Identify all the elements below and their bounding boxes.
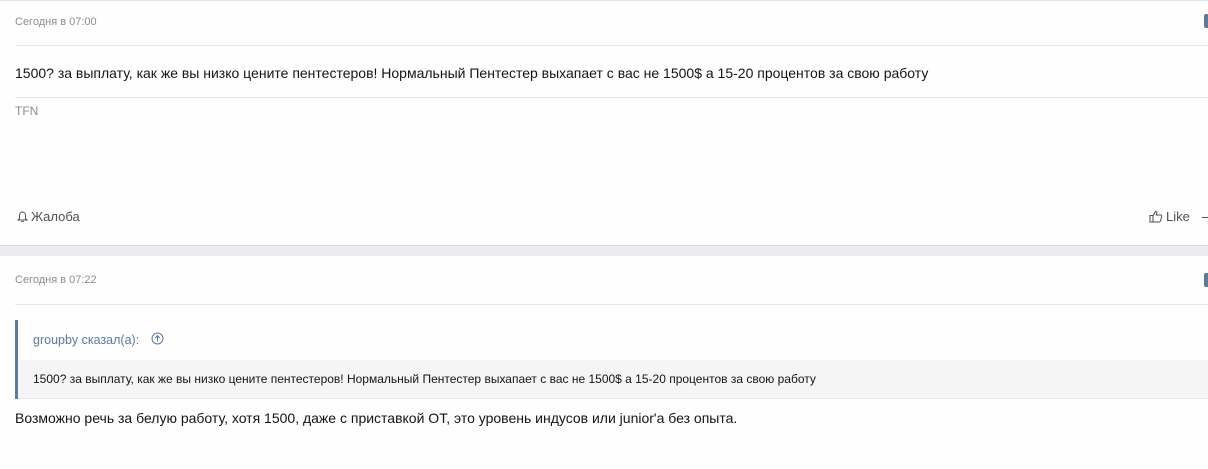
more-actions-icon[interactable] — [1202, 217, 1208, 218]
post-date[interactable]: Сегодня в 07:22 — [15, 274, 97, 286]
report-label: Жалоба — [31, 209, 80, 224]
quote-block: groupby сказал(а): 1500? за выплату, как… — [15, 320, 1208, 399]
signature-divider — [15, 97, 1208, 98]
arrow-up-circle-icon[interactable] — [151, 332, 164, 348]
quote-header: groupby сказал(а): — [18, 320, 1208, 360]
post-2: Сегодня в 07:22 groupby сказал(а): 1500?… — [0, 256, 1208, 469]
post-divider — [15, 45, 1208, 46]
like-button[interactable]: Like — [1149, 209, 1190, 224]
like-label: Like — [1166, 209, 1190, 224]
post-date[interactable]: Сегодня в 07:00 — [15, 16, 97, 28]
thumbs-up-icon — [1149, 210, 1163, 223]
quote-content: 1500? за выплату, как же вы низко цените… — [18, 360, 1208, 399]
bell-icon — [17, 210, 28, 223]
report-button[interactable]: Жалоба — [17, 209, 80, 224]
post-marker — [1204, 273, 1208, 287]
post-divider — [15, 304, 1208, 305]
post-message: Возможно речь за белую работу, хотя 1500… — [15, 410, 738, 426]
quote-author-link[interactable]: groupby сказал(а): — [33, 333, 139, 347]
post-marker — [1204, 14, 1208, 28]
post-message: 1500? за выплату, как же вы низко цените… — [15, 65, 929, 81]
post-1: Сегодня в 07:00 1500? за выплату, как же… — [0, 0, 1208, 246]
post-signature: TFN — [15, 104, 39, 118]
